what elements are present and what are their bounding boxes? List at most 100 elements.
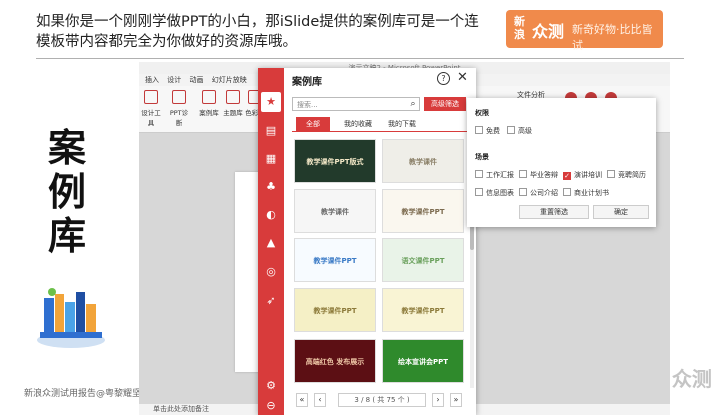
brand-banner: 新浪 众测 新奇好物·比比皆试: [506, 10, 663, 52]
side-title: 案 例 库: [44, 126, 90, 258]
checkbox-icon: [563, 188, 571, 196]
theme-library-icon: [226, 90, 240, 104]
filter-infographic[interactable]: 信息图表: [475, 188, 514, 198]
dialog-sidebar: ★ ▤ ▦ ♣ ◐ ▲ ◎ ➶ ⚙ ⊖: [258, 68, 284, 415]
brand-logo: 新浪: [514, 15, 525, 41]
checkbox-label: 毕业答辩: [530, 171, 558, 179]
template-thumbnail[interactable]: 教学课件PPT: [294, 238, 376, 282]
checkbox-icon: [507, 126, 515, 134]
dialog-tabs: 全部 我的收藏 我的下载: [292, 117, 468, 132]
search-input[interactable]: 搜索...: [292, 97, 420, 111]
page-indicator: 3 / 8 ( 共 75 个 ): [338, 393, 426, 407]
filter-work-report[interactable]: 工作汇报: [475, 170, 514, 180]
side-title-char: 例: [47, 169, 86, 214]
advanced-filter-panel: 权限 免费 高级 场景 工作汇报 毕业答辩 ✓ 演讲培训 竞聘简历 信息图表 公司…: [467, 98, 656, 227]
ribbon-label: 案例库: [199, 109, 219, 117]
next-page-button[interactable]: ›: [432, 393, 444, 407]
ribbon-case-library[interactable]: 案例库: [197, 90, 221, 117]
menu-animation[interactable]: 动画: [189, 74, 203, 86]
hierarchy-icon[interactable]: ♣: [264, 180, 278, 194]
page-title: 如果你是一个刚刚学做PPT的小白，那iSlide提供的案例库可是一个连模板带内容…: [36, 14, 479, 50]
brand-slogan: 新奇好物·比比皆试: [572, 23, 653, 52]
filter-resume[interactable]: 竞聘简历: [607, 170, 646, 180]
checkbox-label: 信息图表: [486, 189, 514, 197]
filter-business-plan[interactable]: 商业计划书: [563, 188, 609, 198]
permission-heading: 权限: [475, 109, 489, 117]
dialog-title: 案例库: [292, 77, 322, 88]
filter-speech-training[interactable]: ✓ 演讲培训: [563, 170, 602, 180]
case-library-icon: [202, 90, 216, 104]
template-thumbnail[interactable]: 教学课件: [294, 189, 376, 233]
checkbox-icon: [519, 170, 527, 178]
menu-design[interactable]: 设计: [167, 74, 181, 86]
checkbox-checked-icon: ✓: [563, 172, 571, 180]
filter-free[interactable]: 免费: [475, 126, 500, 136]
ribbon-label: PPT诊断: [169, 109, 189, 127]
case-library-dialog: ★ ▤ ▦ ♣ ◐ ▲ ◎ ➶ ⚙ ⊖ 案例库 ? ✕ 搜索... ⌕ 高级筛选…: [258, 68, 476, 415]
ribbon-ppt-diagnose[interactable]: PPT诊断: [167, 90, 191, 127]
books-illustration: [37, 288, 105, 348]
header-divider: [36, 58, 684, 59]
menu-slideshow[interactable]: 幻灯片放映: [212, 74, 247, 86]
dialog-header: 案例库 ? ✕: [284, 68, 476, 90]
prev-page-button[interactable]: ‹: [314, 393, 326, 407]
logout-icon[interactable]: ⊖: [264, 399, 278, 413]
brand-name: 众测: [532, 22, 565, 41]
checkbox-label: 高级: [518, 127, 532, 135]
last-page-button[interactable]: »: [450, 393, 462, 407]
confirm-button[interactable]: 确定: [593, 205, 649, 219]
template-thumbnail[interactable]: 教学课件PPT: [382, 189, 464, 233]
template-thumbnail[interactable]: 教学课件PPT版式: [294, 139, 376, 183]
slides-icon[interactable]: ▤: [264, 124, 278, 138]
diagnose-icon: [172, 90, 186, 104]
case-library-icon[interactable]: ★: [264, 95, 278, 109]
gear-icon[interactable]: ⚙: [264, 379, 278, 393]
notes-placeholder: 单击此处添加备注: [153, 405, 209, 413]
ribbon-theme-library[interactable]: 主题库: [221, 90, 245, 117]
ribbon-design-tools[interactable]: 设计工具: [139, 90, 163, 127]
checkbox-icon: [607, 170, 615, 178]
color-wheel-icon[interactable]: ◐: [264, 208, 278, 222]
template-thumbnail[interactable]: 语文课件PPT: [382, 238, 464, 282]
tab-all[interactable]: 全部: [296, 117, 330, 131]
side-title-char: 案: [47, 125, 86, 170]
checkbox-icon: [475, 126, 483, 134]
tab-downloads[interactable]: 我的下载: [382, 117, 422, 131]
menu-insert[interactable]: 插入: [145, 74, 159, 86]
rocket-icon[interactable]: ➶: [264, 294, 278, 308]
checkbox-icon: [519, 188, 527, 196]
grid-icon[interactable]: ▦: [264, 152, 278, 166]
footer-credit: 新浪众测试用报告@粤黎耀坚: [24, 389, 142, 399]
scene-heading: 场景: [475, 153, 489, 161]
tab-favorites[interactable]: 我的收藏: [338, 117, 378, 131]
checkbox-label: 免费: [486, 127, 500, 135]
design-tools-icon: [144, 90, 158, 104]
advanced-filter-button[interactable]: 高级筛选: [424, 97, 466, 111]
template-thumbnail[interactable]: 教学课件PPT: [382, 288, 464, 332]
checkbox-label: 工作汇报: [486, 171, 514, 179]
first-page-button[interactable]: «: [296, 393, 308, 407]
filter-premium[interactable]: 高级: [507, 126, 532, 136]
template-thumbnail[interactable]: 教学课件PPT: [294, 288, 376, 332]
template-thumbnail[interactable]: 教学课件: [382, 139, 464, 183]
template-thumbnail[interactable]: 高端红色 发布展示: [294, 339, 376, 383]
pagination: « ‹ 3 / 8 ( 共 75 个 ) › »: [292, 393, 470, 407]
watermark-big: 众测: [671, 367, 712, 391]
filter-company-intro[interactable]: 公司介绍: [519, 188, 558, 198]
checkbox-icon: [475, 188, 483, 196]
checkbox-label: 竞聘简历: [618, 171, 646, 179]
ribbon-label: 设计工具: [141, 109, 161, 127]
checkbox-label: 公司介绍: [530, 189, 558, 197]
reset-filter-button[interactable]: 重置筛选: [519, 205, 589, 219]
shapes-icon[interactable]: ▲: [264, 236, 278, 250]
globe-icon[interactable]: ◎: [264, 265, 278, 279]
side-title-char: 库: [47, 213, 86, 258]
close-icon[interactable]: ✕: [457, 70, 468, 85]
filter-graduation[interactable]: 毕业答辩: [519, 170, 558, 180]
help-icon[interactable]: ?: [437, 72, 450, 85]
search-icon[interactable]: ⌕: [406, 97, 420, 111]
template-thumbnail[interactable]: 绘本宣讲会PPT: [382, 339, 464, 383]
checkbox-label: 商业计划书: [574, 189, 609, 197]
ribbon-label: 主题库: [223, 109, 243, 117]
checkbox-icon: [475, 170, 483, 178]
